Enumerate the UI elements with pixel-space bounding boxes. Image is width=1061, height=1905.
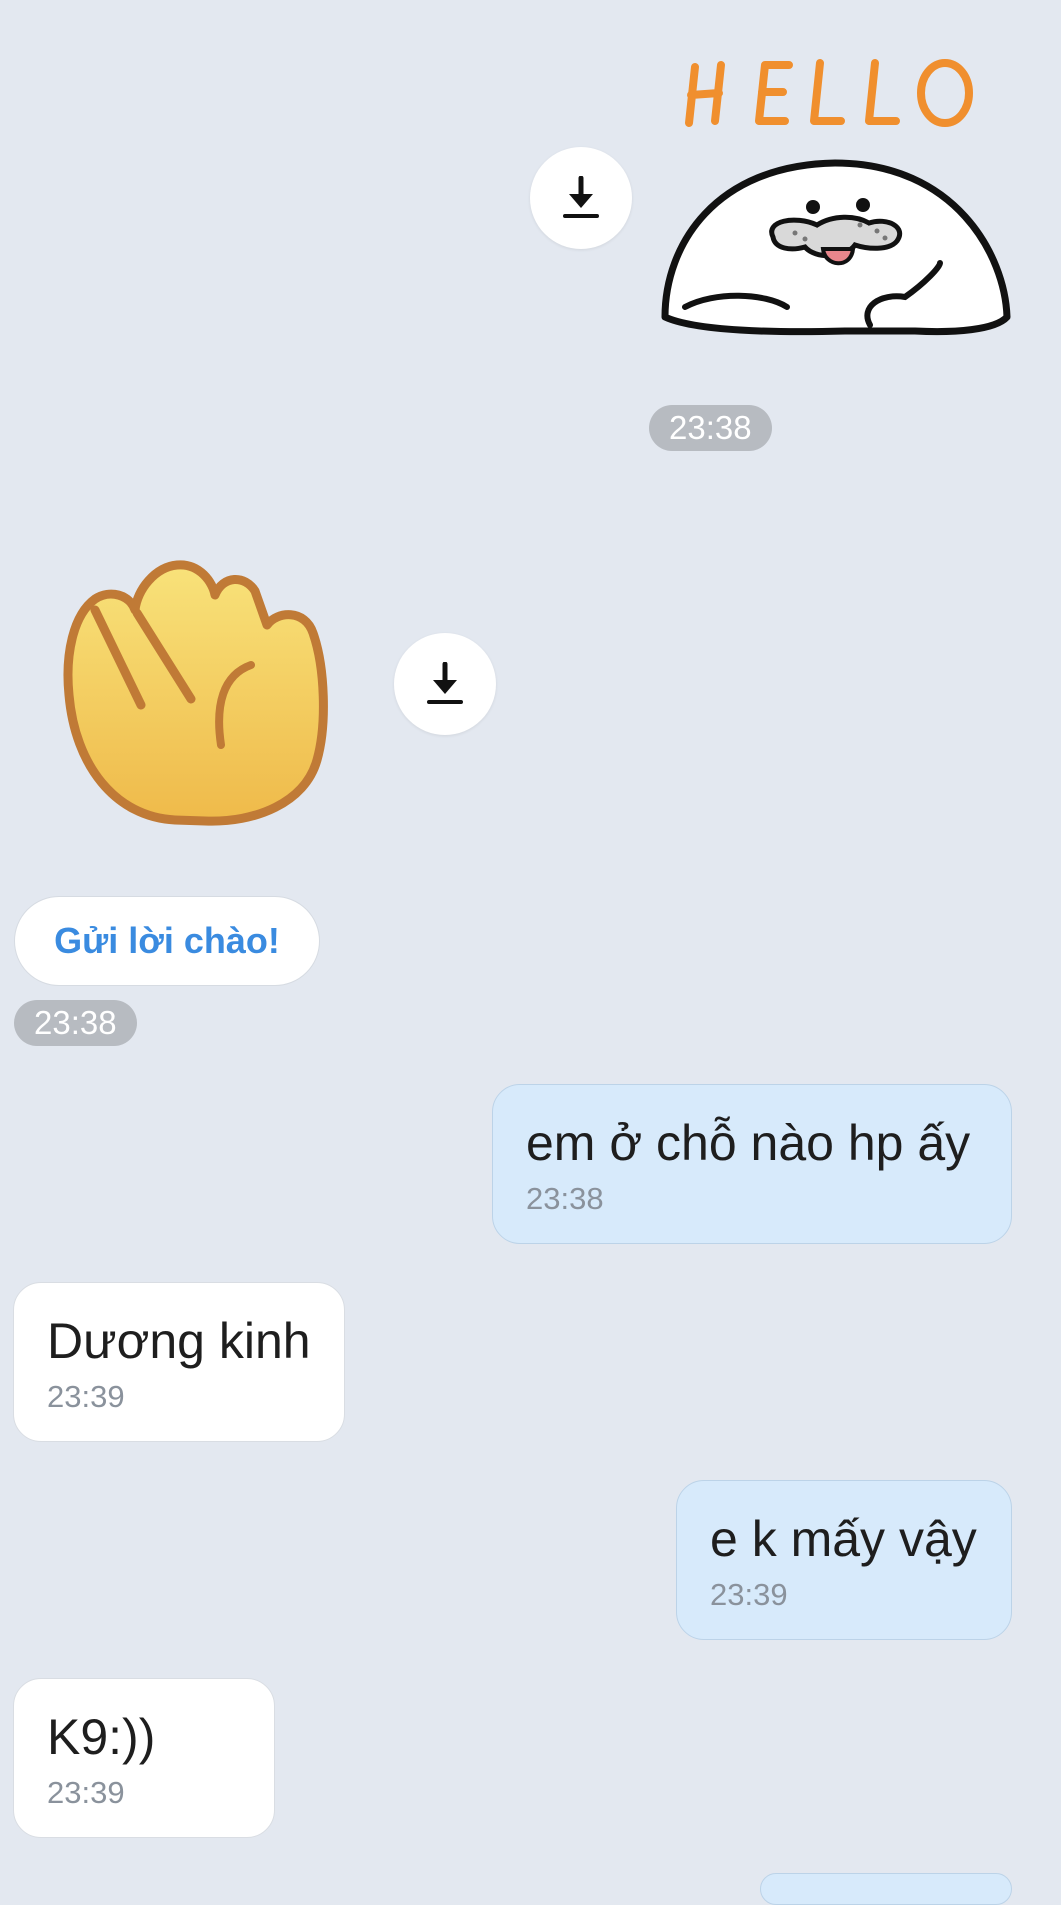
- incoming-message-bubble[interactable]: Dương kinh 23:39: [13, 1282, 345, 1442]
- outgoing-message-bubble-partial[interactable]: [760, 1873, 1012, 1905]
- outgoing-message-bubble[interactable]: e k mấy vậy 23:39: [676, 1480, 1012, 1640]
- waving-hand-icon: [63, 560, 328, 826]
- download-icon: [427, 662, 463, 704]
- message-text: e k mấy vậy: [710, 1511, 977, 1567]
- seal-hello-sticker[interactable]: [655, 45, 1015, 345]
- message-time: 23:39: [47, 1775, 125, 1810]
- message-time: 23:38: [526, 1181, 604, 1216]
- download-button[interactable]: [530, 147, 632, 249]
- say-hello-button[interactable]: Gửi lời chào!: [14, 896, 320, 986]
- waving-hand-sticker[interactable]: [55, 555, 335, 835]
- message-text: K9:)): [47, 1709, 156, 1765]
- incoming-message-bubble[interactable]: K9:)) 23:39: [13, 1678, 275, 1838]
- sticker-timestamp: 23:38: [14, 1000, 137, 1046]
- download-button[interactable]: [394, 633, 496, 735]
- download-icon: [563, 176, 599, 218]
- outgoing-message-bubble[interactable]: em ở chỗ nào hp ấy 23:38: [492, 1084, 1012, 1244]
- message-time: 23:39: [47, 1379, 125, 1414]
- seal-hello-sticker-image: [661, 59, 1011, 336]
- message-time: 23:39: [710, 1577, 788, 1612]
- message-text: em ở chỗ nào hp ấy: [526, 1115, 971, 1171]
- sticker-timestamp: 23:38: [649, 405, 772, 451]
- message-text: Dương kinh: [47, 1313, 311, 1369]
